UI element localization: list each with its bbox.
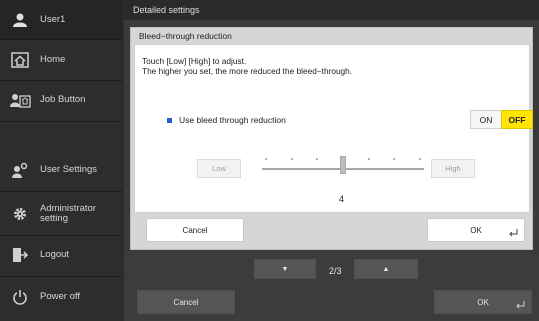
power-icon xyxy=(0,289,40,305)
sidebar-item-label: Job Button xyxy=(40,94,86,105)
instruction-line: The higher you set, the more reduced the… xyxy=(142,65,353,76)
user-settings-icon xyxy=(0,162,40,178)
enter-icon xyxy=(509,229,518,237)
logout-icon xyxy=(0,247,40,263)
user-account[interactable]: User1 xyxy=(0,0,122,40)
divider xyxy=(0,121,122,122)
slider-tick xyxy=(290,158,293,160)
sidebar-item-logout[interactable]: Logout xyxy=(0,239,122,271)
job-button-icon xyxy=(0,92,40,108)
high-button[interactable]: High xyxy=(431,159,475,178)
triangle-up-icon: ▲ xyxy=(382,265,390,273)
slider-tick xyxy=(265,158,267,160)
sidebar-item-administrator-setting[interactable]: Administrator setting xyxy=(0,198,122,230)
off-button[interactable]: OFF xyxy=(501,110,533,129)
level-value: 4 xyxy=(339,194,345,204)
home-icon xyxy=(0,52,40,68)
cancel-button[interactable]: Cancel xyxy=(137,290,235,314)
dialog-ok-label: OK xyxy=(470,225,482,235)
page-title: Detailed settings xyxy=(124,0,539,20)
page-down-button[interactable]: ▼ xyxy=(254,259,316,279)
slider-tick xyxy=(393,158,396,160)
bottom-bar: ▼ 2/3 ▲ Cancel OK xyxy=(124,254,539,321)
sidebar-item-power-off[interactable]: Power off xyxy=(0,281,122,313)
sidebar-item-label: User Settings xyxy=(40,164,98,175)
slider-thumb[interactable] xyxy=(340,156,346,174)
ok-button[interactable]: OK xyxy=(434,290,532,314)
option-marker-icon xyxy=(167,118,172,123)
gear-icon xyxy=(0,206,40,222)
bleed-through-dialog: Bleed−through reduction Touch [Low] [Hig… xyxy=(130,27,533,250)
page-up-button[interactable]: ▲ xyxy=(354,259,418,279)
dialog-title: Bleed−through reduction xyxy=(131,28,532,43)
divider xyxy=(0,235,122,236)
on-button[interactable]: ON xyxy=(470,110,502,129)
low-button[interactable]: Low xyxy=(197,159,241,178)
sidebar: User1 Home Job Button User Settings Admi… xyxy=(0,0,122,321)
cancel-button-label: Cancel xyxy=(173,297,199,307)
page-indicator: 2/3 xyxy=(329,266,342,276)
sidebar-item-label: Administrator setting xyxy=(40,203,96,224)
ok-button-label: OK xyxy=(477,297,489,307)
dialog-body: Touch [Low] [High] to adjust. The higher… xyxy=(134,44,533,213)
dialog-cancel-label: Cancel xyxy=(182,225,208,235)
option-label: Use bleed through reduction xyxy=(179,115,286,125)
user-icon xyxy=(0,13,40,27)
sidebar-item-label: Power off xyxy=(40,291,80,302)
dialog-cancel-button[interactable]: Cancel xyxy=(146,218,244,242)
user-name: User1 xyxy=(40,13,66,25)
sidebar-item-user-settings[interactable]: User Settings xyxy=(0,154,122,186)
slider-tick xyxy=(316,158,319,160)
sidebar-item-label: Logout xyxy=(40,249,70,260)
slider-tick xyxy=(367,158,370,160)
divider xyxy=(0,191,122,192)
triangle-down-icon: ▼ xyxy=(281,265,289,273)
divider xyxy=(0,80,122,81)
sidebar-item-label: Home xyxy=(40,54,66,65)
slider-tick xyxy=(419,158,421,160)
dialog-ok-button[interactable]: OK xyxy=(427,218,525,242)
instruction-text: Touch [Low] [High] to adjust. The higher… xyxy=(142,56,353,76)
sidebar-item-job-button[interactable]: Job Button xyxy=(0,84,122,116)
enter-icon xyxy=(516,301,525,309)
divider xyxy=(0,276,122,277)
sidebar-item-home[interactable]: Home xyxy=(0,44,122,76)
